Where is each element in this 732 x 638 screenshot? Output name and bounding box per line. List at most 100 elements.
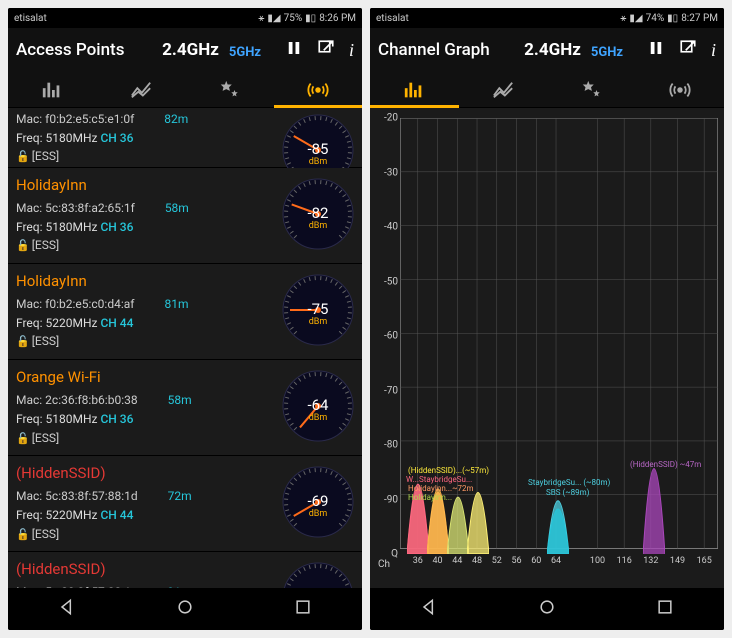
tab-timeline[interactable] <box>97 72 186 107</box>
nav-recent[interactable] <box>293 597 313 621</box>
ap-row[interactable]: Mac: f0:b2:e5:c5:e1:0f82m Freq: 5180MHz … <box>8 108 362 168</box>
freq: Freq: 5180MHz <box>16 131 97 145</box>
mac: Mac: 5c:83:8f:57:88:1e <box>16 585 137 588</box>
channel: CH 36 <box>100 131 133 145</box>
battery-pct: 75% <box>284 13 303 24</box>
freq: Freq: 5220MHz <box>16 316 97 330</box>
dbm-unit: dBm <box>282 509 354 519</box>
x-tick: 48 <box>472 556 482 566</box>
signal-gauge: -69dBm <box>282 466 354 538</box>
freq: Freq: 5180MHz <box>16 220 97 234</box>
tab-row <box>8 72 362 108</box>
ap-row[interactable]: Orange Wi-Fi Mac: 2c:36:f8:b6:b0:3858m F… <box>8 360 362 456</box>
signal-gauge: -64dBm <box>282 370 354 442</box>
channel-graph[interactable]: -20-30-40-50-60-70-80-90Q 36404448525660… <box>370 108 724 588</box>
y-axis-labels: -20-30-40-50-60-70-80-90Q <box>374 118 398 554</box>
lock-icon: 🔓 <box>16 239 30 252</box>
info-icon[interactable]: i <box>349 40 354 61</box>
x-tick: 165 <box>697 556 712 566</box>
x-tick: 132 <box>643 556 658 566</box>
ap-row[interactable]: HolidayInn Mac: 5c:83:8f:a2:65:1f58m Fre… <box>8 168 362 264</box>
y-tick: -90 <box>384 494 398 505</box>
band-24[interactable]: 2.4GHz <box>162 40 219 60</box>
x-tick: 100 <box>590 556 605 566</box>
channel: CH 36 <box>100 220 133 234</box>
info-icon[interactable]: i <box>711 40 716 61</box>
tab-channel-graph[interactable] <box>370 72 459 107</box>
tab-stars[interactable] <box>547 72 636 107</box>
distance: 81m <box>164 295 188 314</box>
peak-label: HolidayInn... <box>408 493 452 502</box>
capabilities: [ESS] <box>32 527 59 541</box>
band-24[interactable]: 2.4GHz <box>524 40 581 60</box>
dbm-unit: dBm <box>282 317 354 327</box>
peak-label: SBS (~89m) <box>546 488 589 497</box>
battery-icon: ▮▯ <box>667 13 678 24</box>
tab-timeline[interactable] <box>459 72 548 107</box>
distance: 91m <box>167 583 191 588</box>
distance: 82m <box>164 110 188 129</box>
y-tick: -80 <box>384 440 398 451</box>
lock-icon: 🔓 <box>16 432 30 445</box>
freq: Freq: 5220MHz <box>16 508 97 522</box>
tab-rating[interactable] <box>8 72 97 107</box>
y-tick: -60 <box>384 331 398 342</box>
statusbar: etisalat ⚹ ▮◢ 74% ▮▯ 8:27 PM <box>370 8 724 28</box>
nav-home[interactable] <box>175 597 195 621</box>
dbm-unit: dBm <box>282 157 354 167</box>
peak-label: (HiddenSSID) ~47m <box>630 460 701 469</box>
x-axis-labels: 3640444852566064100116132149165 <box>400 556 718 570</box>
phone-right: etisalat ⚹ ▮◢ 74% ▮▯ 8:27 PM Channel Gra… <box>370 8 724 630</box>
peak-label: W...StaybridgeSu... <box>406 475 472 484</box>
phone-left: etisalat ⚹ ▮◢ 75% ▮▯ 8:26 PM Access Poin… <box>8 8 362 630</box>
dbm-value: -69 <box>282 492 354 510</box>
pause-icon[interactable] <box>647 39 665 61</box>
tab-stars[interactable] <box>185 72 274 107</box>
y-tick: -30 <box>384 167 398 178</box>
x-tick: 64 <box>551 556 561 566</box>
toolbar: Access Points 2.4GHz 5GHz i <box>8 28 362 72</box>
band-5[interactable]: 5GHz <box>229 41 261 60</box>
x-tick: 52 <box>492 556 502 566</box>
tab-ap-list[interactable] <box>274 72 363 107</box>
channel: CH 44 <box>100 316 133 330</box>
clock: 8:27 PM <box>681 13 718 24</box>
band-5[interactable]: 5GHz <box>591 41 623 60</box>
ssid: HolidayInn <box>16 270 282 293</box>
peak-label: HolidayInn...~72m <box>408 484 474 493</box>
nav-back[interactable] <box>57 597 77 621</box>
distance: 58m <box>168 391 192 410</box>
y-tick: -40 <box>384 222 398 233</box>
capabilities: [ESS] <box>32 149 59 163</box>
export-icon[interactable] <box>679 39 697 61</box>
peak-label: StaybridgeSu... (~80m) <box>528 478 610 487</box>
x-tick: 149 <box>670 556 685 566</box>
export-icon[interactable] <box>317 39 335 61</box>
x-tick: 40 <box>432 556 442 566</box>
android-navbar <box>8 588 362 630</box>
signal-peak <box>547 494 569 554</box>
x-tick: 44 <box>452 556 462 566</box>
ssid: Orange Wi-Fi <box>16 366 282 389</box>
pause-icon[interactable] <box>285 39 303 61</box>
ap-list[interactable]: Mac: f0:b2:e5:c5:e1:0f82m Freq: 5180MHz … <box>8 108 362 588</box>
ap-row[interactable]: (HiddenSSID) Mac: 5c:83:8f:57:88:1e91m F… <box>8 552 362 588</box>
ap-row[interactable]: (HiddenSSID) Mac: 5c:83:8f:57:88:1d72m F… <box>8 456 362 552</box>
toolbar: Channel Graph 2.4GHz 5GHz i <box>370 28 724 72</box>
tab-ap-list[interactable] <box>636 72 725 107</box>
mac: Mac: f0:b2:e5:c5:e1:0f <box>16 112 134 126</box>
nav-recent[interactable] <box>655 597 675 621</box>
ssid: (HiddenSSID) <box>16 462 282 485</box>
lock-icon: 🔓 <box>16 528 30 541</box>
x-tick: 116 <box>617 556 632 566</box>
nav-home[interactable] <box>537 597 557 621</box>
signal-gauge: -75dBm <box>282 274 354 346</box>
bt-icon: ⚹ <box>620 13 626 24</box>
nav-back[interactable] <box>419 597 439 621</box>
x-axis-title: Ch <box>378 559 390 570</box>
ap-row[interactable]: HolidayInn Mac: f0:b2:e5:c0:d4:af81m Fre… <box>8 264 362 360</box>
mac: Mac: 5c:83:8f:a2:65:1f <box>16 201 135 215</box>
ssid: (HiddenSSID) <box>16 558 282 581</box>
bt-icon: ⚹ <box>258 13 264 24</box>
mac: Mac: 5c:83:8f:57:88:1d <box>16 489 138 503</box>
